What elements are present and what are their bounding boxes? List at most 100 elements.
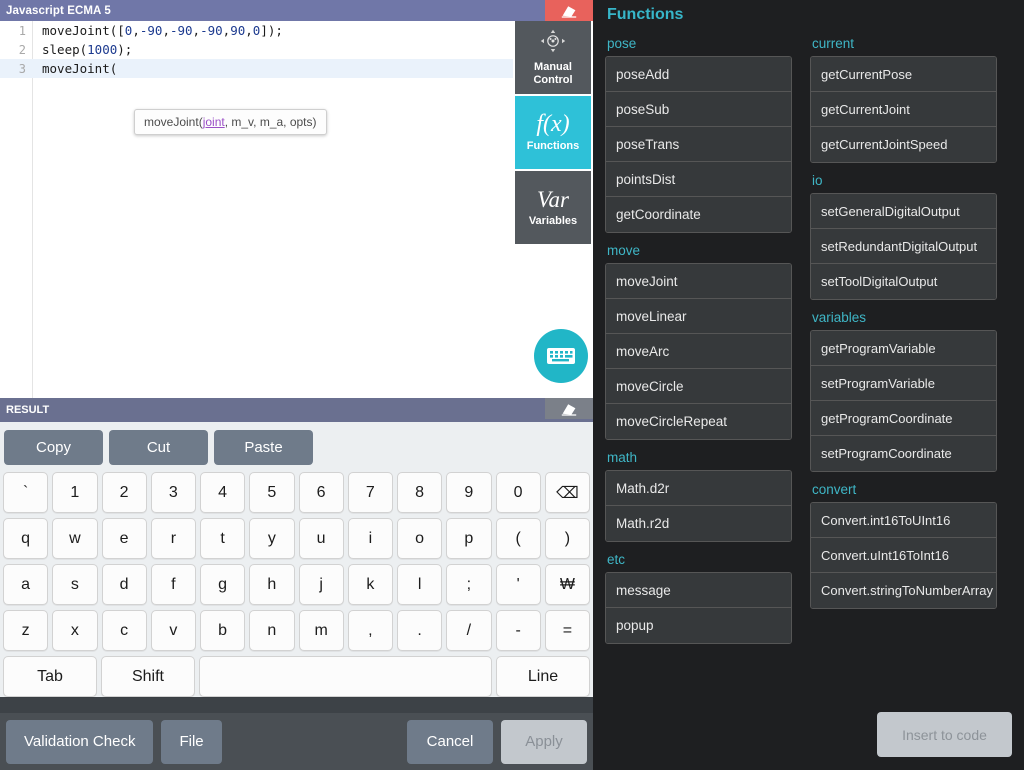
- function-item[interactable]: setToolDigitalOutput: [811, 264, 996, 299]
- key-tab[interactable]: Tab: [3, 656, 97, 697]
- keyboard-row-bottom: Tab Shift Line: [3, 656, 590, 697]
- file-button[interactable]: File: [161, 719, 222, 764]
- key-`[interactable]: `: [3, 472, 49, 513]
- key-w[interactable]: w: [52, 518, 98, 559]
- function-item[interactable]: poseAdd: [606, 57, 791, 92]
- key-x[interactable]: x: [52, 610, 98, 651]
- key-,[interactable]: ,: [347, 610, 393, 651]
- key-shift[interactable]: Shift: [101, 656, 195, 697]
- function-item[interactable]: moveJoint: [606, 264, 791, 299]
- code-editor[interactable]: 1 moveJoint([0,-90,-90,-90,90,0]); 2 sleep(…: [0, 21, 513, 398]
- key-4[interactable]: 4: [200, 472, 246, 513]
- section-header-current: current: [812, 36, 855, 51]
- key-f[interactable]: f: [150, 564, 196, 605]
- function-item[interactable]: pointsDist: [606, 162, 791, 197]
- key-y[interactable]: y: [249, 518, 295, 559]
- key-.[interactable]: .: [397, 610, 443, 651]
- function-item[interactable]: getCurrentPose: [811, 57, 996, 92]
- key-9[interactable]: 9: [446, 472, 492, 513]
- key-space[interactable]: [199, 656, 492, 697]
- key-r[interactable]: r: [150, 518, 196, 559]
- function-item[interactable]: getProgramVariable: [811, 331, 996, 366]
- key-m[interactable]: m: [298, 610, 344, 651]
- key-d[interactable]: d: [101, 564, 147, 605]
- function-item[interactable]: moveLinear: [606, 299, 791, 334]
- function-item[interactable]: Convert.uInt16ToInt16: [811, 538, 996, 573]
- function-item[interactable]: getCoordinate: [606, 197, 791, 232]
- function-item[interactable]: poseTrans: [606, 127, 791, 162]
- function-item[interactable]: Convert.stringToNumberArray: [811, 573, 996, 608]
- key-'[interactable]: ': [495, 564, 541, 605]
- key-o[interactable]: o: [397, 518, 443, 559]
- key-line[interactable]: Line: [496, 656, 590, 697]
- key-₩[interactable]: ₩: [544, 564, 590, 605]
- key-c[interactable]: c: [101, 610, 147, 651]
- key-v[interactable]: v: [150, 610, 196, 651]
- key-3[interactable]: 3: [150, 472, 196, 513]
- function-item[interactable]: moveArc: [606, 334, 791, 369]
- key-l[interactable]: l: [397, 564, 443, 605]
- function-item[interactable]: Math.d2r: [606, 471, 791, 506]
- key-8[interactable]: 8: [397, 472, 443, 513]
- key-backspace[interactable]: ⌫: [544, 472, 590, 513]
- code-line[interactable]: 2 sleep(1000);: [0, 40, 513, 59]
- key-h[interactable]: h: [249, 564, 295, 605]
- key-2[interactable]: 2: [101, 472, 147, 513]
- apply-button[interactable]: Apply: [501, 719, 587, 764]
- key-u[interactable]: u: [298, 518, 344, 559]
- key-e[interactable]: e: [101, 518, 147, 559]
- key-s[interactable]: s: [52, 564, 98, 605]
- code-line[interactable]: 1 moveJoint([0,-90,-90,-90,90,0]);: [0, 21, 513, 40]
- function-item[interactable]: getCurrentJointSpeed: [811, 127, 996, 162]
- key--[interactable]: -: [495, 610, 541, 651]
- validation-check-button[interactable]: Validation Check: [6, 719, 154, 764]
- rail-button-variables[interactable]: Var Variables: [515, 171, 591, 244]
- key-=[interactable]: =: [544, 610, 590, 651]
- key-;[interactable]: ;: [446, 564, 492, 605]
- key-0[interactable]: 0: [495, 472, 541, 513]
- toggle-keyboard-button[interactable]: [534, 329, 588, 383]
- key-k[interactable]: k: [347, 564, 393, 605]
- key-([interactable]: (: [495, 518, 541, 559]
- clear-result-button[interactable]: [545, 398, 593, 419]
- key-i[interactable]: i: [347, 518, 393, 559]
- cancel-button[interactable]: Cancel: [407, 719, 493, 764]
- clear-code-button[interactable]: [545, 0, 593, 21]
- function-item[interactable]: moveCircle: [606, 369, 791, 404]
- function-item[interactable]: moveCircleRepeat: [606, 404, 791, 439]
- key-7[interactable]: 7: [347, 472, 393, 513]
- function-item[interactable]: setRedundantDigitalOutput: [811, 229, 996, 264]
- key-p[interactable]: p: [446, 518, 492, 559]
- function-item[interactable]: getCurrentJoint: [811, 92, 996, 127]
- function-item[interactable]: setProgramCoordinate: [811, 436, 996, 471]
- key-/[interactable]: /: [446, 610, 492, 651]
- key-q[interactable]: q: [3, 518, 49, 559]
- key-n[interactable]: n: [249, 610, 295, 651]
- function-item[interactable]: Convert.int16ToUInt16: [811, 503, 996, 538]
- function-item[interactable]: Math.r2d: [606, 506, 791, 541]
- key-g[interactable]: g: [200, 564, 246, 605]
- key-1[interactable]: 1: [52, 472, 98, 513]
- key-5[interactable]: 5: [249, 472, 295, 513]
- function-item[interactable]: poseSub: [606, 92, 791, 127]
- function-item[interactable]: setProgramVariable: [811, 366, 996, 401]
- cut-button[interactable]: Cut: [109, 429, 208, 465]
- functions-panel: Functions pose poseAdd poseSub poseTrans poi…: [593, 0, 1024, 770]
- function-item[interactable]: setGeneralDigitalOutput: [811, 194, 996, 229]
- paste-button[interactable]: Paste: [214, 429, 313, 465]
- key-)[interactable]: ): [544, 518, 590, 559]
- copy-button[interactable]: Copy: [4, 429, 103, 465]
- key-z[interactable]: z: [3, 610, 49, 651]
- rail-button-manual-control[interactable]: Manual Control: [515, 21, 591, 94]
- function-item[interactable]: message: [606, 573, 791, 608]
- key-t[interactable]: t: [200, 518, 246, 559]
- function-item[interactable]: getProgramCoordinate: [811, 401, 996, 436]
- rail-button-functions[interactable]: f(x) Functions: [515, 96, 591, 169]
- insert-to-code-button[interactable]: Insert to code: [877, 712, 1012, 757]
- key-a[interactable]: a: [3, 564, 49, 605]
- code-line[interactable]: 3 moveJoint(: [0, 59, 513, 78]
- key-6[interactable]: 6: [298, 472, 344, 513]
- key-j[interactable]: j: [298, 564, 344, 605]
- function-item[interactable]: popup: [606, 608, 791, 643]
- key-b[interactable]: b: [200, 610, 246, 651]
